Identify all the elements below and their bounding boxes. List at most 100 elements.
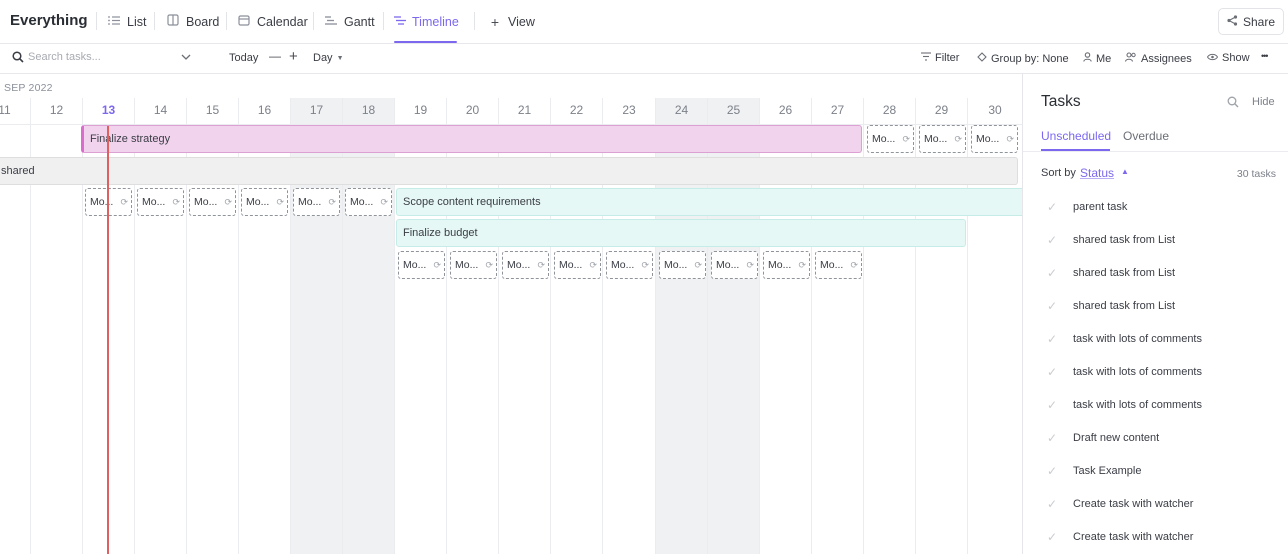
task-name: parent task: [1073, 201, 1128, 213]
check-icon[interactable]: ✓: [1047, 299, 1057, 313]
tab-label: List: [127, 14, 147, 29]
tab-timeline[interactable]: Timeline: [394, 0, 459, 43]
recurring-task-bar[interactable]: Mo... ⟳: [241, 188, 288, 216]
sort-ascending-icon[interactable]: ▲: [1121, 167, 1129, 176]
add-view-button[interactable]: + View: [488, 0, 535, 43]
filter-label: Filter: [935, 52, 960, 64]
tab-gantt[interactable]: Gantt: [324, 0, 375, 43]
share-button[interactable]: Share: [1217, 8, 1284, 35]
check-icon[interactable]: ✓: [1047, 266, 1057, 280]
day-number: 23: [622, 103, 636, 117]
recurring-task-bar[interactable]: Mo... ⟳: [189, 188, 236, 216]
recurring-task-bar[interactable]: Mo... ⟳: [554, 251, 601, 279]
task-label: Mo...: [246, 196, 270, 208]
assignees-button[interactable]: Assignees: [1124, 52, 1192, 65]
sort-field-select[interactable]: Status: [1080, 166, 1114, 180]
tab-board[interactable]: Board: [166, 0, 219, 43]
repeat-icon: ⟳: [850, 260, 858, 270]
task-bar[interactable]: Scope content requirements: [396, 188, 1022, 216]
panel-title: Tasks: [1041, 93, 1081, 110]
filter-button[interactable]: Filter: [921, 52, 959, 64]
day-number: 16: [257, 103, 272, 117]
check-icon[interactable]: ✓: [1047, 332, 1057, 346]
recurring-task-bar[interactable]: Mo... ⟳: [971, 125, 1018, 153]
chevron-down-icon[interactable]: [181, 52, 191, 63]
recurring-task-bar[interactable]: Mo... ⟳: [345, 188, 392, 216]
day-number: 22: [569, 103, 584, 117]
check-icon[interactable]: ✓: [1047, 200, 1057, 214]
day-number: 26: [778, 103, 793, 117]
tab-overdue[interactable]: Overdue: [1123, 129, 1169, 143]
day-number: 15: [205, 103, 220, 117]
day-number: 21: [517, 103, 532, 117]
recurring-task-bar[interactable]: Mo... ⟳: [398, 251, 445, 279]
repeat-icon: ⟳: [641, 260, 649, 270]
task-label: Mo...: [142, 196, 166, 208]
recurring-task-bar[interactable]: Mo... ⟳: [606, 251, 653, 279]
task-bar[interactable]: Finalize budget: [396, 219, 966, 247]
task-label: Mo...: [872, 133, 896, 145]
search-input[interactable]: [28, 51, 178, 63]
page-title: Everything: [10, 12, 88, 29]
list-item[interactable]: ✓ Task Example: [1023, 455, 1288, 488]
task-bar[interactable]: Finalize strategy: [81, 125, 862, 153]
day-number: 18: [361, 103, 376, 117]
check-icon[interactable]: ✓: [1047, 398, 1057, 412]
check-icon[interactable]: ✓: [1047, 233, 1057, 247]
recurring-task-bar[interactable]: Mo... ⟳: [711, 251, 758, 279]
list-item[interactable]: ✓ task with lots of comments: [1023, 389, 1288, 422]
task-bar[interactable]: shared: [0, 157, 1018, 185]
search-icon[interactable]: [1227, 96, 1239, 108]
task-name: shared task from List: [1073, 234, 1176, 246]
list-item[interactable]: ✓ Draft new content: [1023, 422, 1288, 455]
list-item[interactable]: ✓ task with lots of comments: [1023, 323, 1288, 356]
list-item[interactable]: ✓ shared task from List: [1023, 257, 1288, 290]
search-icon: [12, 51, 24, 63]
recurring-task-bar[interactable]: Mo... ⟳: [659, 251, 706, 279]
check-icon[interactable]: ✓: [1047, 530, 1057, 544]
list-item[interactable]: ✓ shared task from List: [1023, 224, 1288, 257]
recurring-task-bar[interactable]: Mo... ⟳: [293, 188, 340, 216]
day-number: 11: [0, 103, 11, 117]
zoom-out-button[interactable]: —: [269, 49, 281, 63]
list-item[interactable]: ✓ Create task with watcher: [1023, 521, 1288, 554]
recurring-task-bar[interactable]: Mo... ⟳: [919, 125, 966, 153]
more-options-button[interactable]: •••: [1261, 51, 1269, 61]
recurring-task-bar[interactable]: Mo... ⟳: [450, 251, 497, 279]
scale-label: Day: [313, 52, 333, 64]
sort-by-label: Sort by: [1041, 167, 1076, 179]
timeline-icon: [394, 15, 406, 29]
tab-calendar[interactable]: Calendar: [237, 0, 308, 43]
check-icon[interactable]: ✓: [1047, 431, 1057, 445]
tab-unscheduled[interactable]: Unscheduled: [1041, 129, 1111, 143]
list-item[interactable]: ✓ parent task: [1023, 191, 1288, 224]
scale-select[interactable]: Day ▼: [313, 52, 344, 64]
show-button[interactable]: Show: [1206, 52, 1250, 64]
tab-list[interactable]: List: [107, 0, 146, 43]
task-label: Mo...: [559, 259, 583, 271]
zoom-in-button[interactable]: +: [289, 48, 298, 65]
timeline-grid: SEP 2022 11 12 13 14 15 16 17 18 19 20 2…: [0, 74, 1022, 554]
recurring-task-bar[interactable]: Mo... ⟳: [763, 251, 810, 279]
recurring-task-bar[interactable]: Mo... ⟳: [867, 125, 914, 153]
user-icon: [1083, 52, 1092, 65]
divider: [154, 12, 155, 30]
today-button[interactable]: Today: [229, 52, 258, 64]
recurring-task-bar[interactable]: Mo... ⟳: [137, 188, 184, 216]
day-number: 12: [49, 103, 64, 117]
task-name: shared task from List: [1073, 300, 1176, 312]
recurring-task-bar[interactable]: Mo... ⟳: [815, 251, 862, 279]
list-item[interactable]: ✓ task with lots of comments: [1023, 356, 1288, 389]
check-icon[interactable]: ✓: [1047, 365, 1057, 379]
me-filter-button[interactable]: Me: [1083, 52, 1111, 65]
list-item[interactable]: ✓ shared task from List: [1023, 290, 1288, 323]
group-by-button[interactable]: Group by: None: [977, 52, 1069, 65]
check-icon[interactable]: ✓: [1047, 497, 1057, 511]
task-label: Mo...: [976, 133, 1000, 145]
day-number: 24: [674, 103, 689, 117]
divider: [383, 12, 384, 30]
recurring-task-bar[interactable]: Mo... ⟳: [502, 251, 549, 279]
hide-panel-button[interactable]: Hide: [1252, 96, 1275, 108]
check-icon[interactable]: ✓: [1047, 464, 1057, 478]
list-item[interactable]: ✓ Create task with watcher: [1023, 488, 1288, 521]
